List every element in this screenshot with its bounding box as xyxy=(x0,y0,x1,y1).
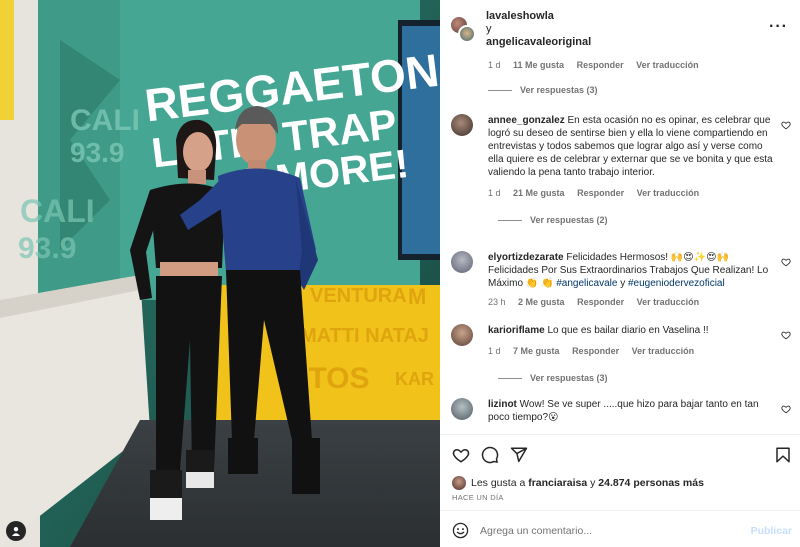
emoji-icon[interactable] xyxy=(452,522,469,539)
station-logo-d: 93.9 xyxy=(18,232,76,265)
post-photo[interactable]: REGGAETON, LATIN TRAP & MORE! CALI 93.9 … xyxy=(0,0,440,547)
bookmark-icon[interactable] xyxy=(774,446,792,464)
comment-text: Lo que es bailar diario en Vaselina !! xyxy=(547,325,709,336)
heart-icon[interactable] xyxy=(781,404,791,414)
tagged-users-button[interactable] xyxy=(6,521,26,541)
translate-button[interactable]: Ver traducción xyxy=(636,60,699,70)
comment-text-connector: y xyxy=(620,278,626,289)
list-item: lizinot Wow! Se ve super .....que hizo p… xyxy=(451,398,791,434)
comment-body: elyortizdezarate Felicidades Hermosos! 🙌… xyxy=(488,251,773,309)
wall-text-3: ITOS xyxy=(300,362,369,395)
comment-likes[interactable]: 2 Me gusta xyxy=(518,297,565,307)
comment-meta: 23 h 2 Me gusta Responder Ver traducción xyxy=(488,296,773,309)
likes-connector: y xyxy=(590,477,596,489)
divider xyxy=(440,510,800,511)
comment-input[interactable] xyxy=(480,522,730,540)
comment-likes[interactable]: 21 Me gusta xyxy=(513,188,565,198)
comments-list[interactable]: 1 d 11 Me gusta Responder Ver traducción… xyxy=(440,58,800,434)
comment-likes[interactable]: 11 Me gusta xyxy=(513,60,564,70)
heart-icon[interactable] xyxy=(781,330,791,340)
avatar[interactable] xyxy=(451,398,473,420)
avatar[interactable] xyxy=(451,251,473,273)
likes-summary[interactable]: Les gusta a franciaraisa y 24.874 person… xyxy=(452,476,704,490)
comment-time: 1 d xyxy=(488,188,501,198)
translate-button[interactable]: Ver traducción xyxy=(637,188,700,198)
avatar[interactable] xyxy=(458,25,476,43)
reply-button[interactable]: Responder xyxy=(577,60,624,70)
comment-body: lizinot Wow! Se ve super .....que hizo p… xyxy=(488,398,773,424)
post-details-pane: lavaleshowla y angelicavaleoriginal ··· … xyxy=(440,0,800,547)
replies-divider xyxy=(498,220,522,221)
comment-text: Wow! Se ve super .....que hizo para baja… xyxy=(488,399,759,423)
likes-prefix: Les gusta a xyxy=(471,477,526,489)
reply-button[interactable]: Responder xyxy=(577,188,624,198)
post-header: lavaleshowla y angelicavaleoriginal ··· xyxy=(440,0,800,58)
station-logo-a: CALI xyxy=(70,104,140,137)
translate-button[interactable]: Ver traducción xyxy=(637,297,700,307)
more-dots-icon: ··· xyxy=(769,18,788,35)
comment-username[interactable]: lizinot xyxy=(488,399,517,410)
user-icon xyxy=(12,527,20,536)
heart-icon[interactable] xyxy=(781,120,791,130)
paper-plane-icon[interactable] xyxy=(510,446,528,464)
publish-button[interactable]: Publicar xyxy=(751,525,792,537)
reply-button[interactable]: Responder xyxy=(577,297,624,307)
wall-text-4: KAR xyxy=(395,369,434,389)
likes-user[interactable]: franciaraisa xyxy=(528,477,587,489)
list-item: annee_gonzalez En esta ocasión no es opi… xyxy=(451,114,791,236)
reply-button[interactable]: Responder xyxy=(572,346,619,356)
comment-time: 1 d xyxy=(488,60,501,70)
divider xyxy=(440,434,800,435)
photo-illustration: REGGAETON, LATIN TRAP & MORE! CALI 93.9 … xyxy=(0,0,440,547)
view-replies-button[interactable]: Ver respuestas (3) xyxy=(488,85,598,95)
wall-text-1: VENTURA xyxy=(310,285,407,307)
comment-body: karioriflame Lo que es bailar diario en … xyxy=(488,324,773,385)
comment-body: annee_gonzalez En esta ocasión no es opi… xyxy=(488,114,773,227)
author-names: lavaleshowla y angelicavaleoriginal xyxy=(486,10,591,49)
comment-username[interactable]: karioriflame xyxy=(488,325,545,336)
view-replies-label: Ver respuestas (3) xyxy=(530,373,608,383)
comment-likes[interactable]: 7 Me gusta xyxy=(513,346,560,356)
comment-time: 1 d xyxy=(488,346,501,356)
station-logo-c: CALI xyxy=(20,193,95,229)
post-date[interactable]: HACE UN DÍA xyxy=(452,493,504,502)
comment-time: 23 h xyxy=(488,297,506,307)
author-avatars[interactable] xyxy=(450,16,476,44)
avatar[interactable] xyxy=(451,114,473,136)
replies-divider xyxy=(498,378,522,379)
wall-text-2: MATTI NATAJ xyxy=(300,325,429,347)
view-replies-label: Ver respuestas (3) xyxy=(520,85,598,95)
comment-meta: 1 d 21 Me gusta Responder Ver traducción xyxy=(488,187,773,200)
station-logo-b: 93.9 xyxy=(70,137,125,168)
comment-bubble-icon[interactable] xyxy=(481,446,499,464)
heart-icon[interactable] xyxy=(781,257,791,267)
post-actions xyxy=(452,446,792,466)
comment-meta: 1 d 7 Me gusta Responder Ver traducción xyxy=(488,345,773,358)
heart-icon[interactable] xyxy=(452,446,470,464)
comment-username[interactable]: annee_gonzalez xyxy=(488,115,565,126)
likes-count[interactable]: 24.874 personas más xyxy=(598,477,704,489)
more-options-button[interactable]: ··· xyxy=(769,19,788,35)
hashtag-link[interactable]: #angelicavale xyxy=(556,278,617,289)
author-connector: y xyxy=(486,23,492,35)
avatar[interactable] xyxy=(452,476,466,490)
replies-divider xyxy=(488,89,512,91)
list-item: karioriflame Lo que es bailar diario en … xyxy=(451,324,791,384)
avatar[interactable] xyxy=(451,324,473,346)
coauthor-username[interactable]: angelicavaleoriginal xyxy=(486,36,591,49)
view-replies-button[interactable]: Ver respuestas (2) xyxy=(498,214,773,227)
translate-button[interactable]: Ver traducción xyxy=(632,346,695,356)
list-item: elyortizdezarate Felicidades Hermosos! 🙌… xyxy=(451,251,791,311)
author-username[interactable]: lavaleshowla xyxy=(486,10,591,23)
comment-composer: Publicar xyxy=(452,520,792,542)
view-replies-button[interactable]: Ver respuestas (3) xyxy=(498,372,773,385)
comment-username[interactable]: elyortizdezarate xyxy=(488,252,564,263)
comment-meta: 1 d 11 Me gusta Responder Ver traducción xyxy=(488,60,709,70)
view-replies-label: Ver respuestas (2) xyxy=(530,215,608,225)
wall-text-5: M xyxy=(408,284,426,309)
hashtag-link[interactable]: #eugeniodervezoficial xyxy=(628,278,725,289)
